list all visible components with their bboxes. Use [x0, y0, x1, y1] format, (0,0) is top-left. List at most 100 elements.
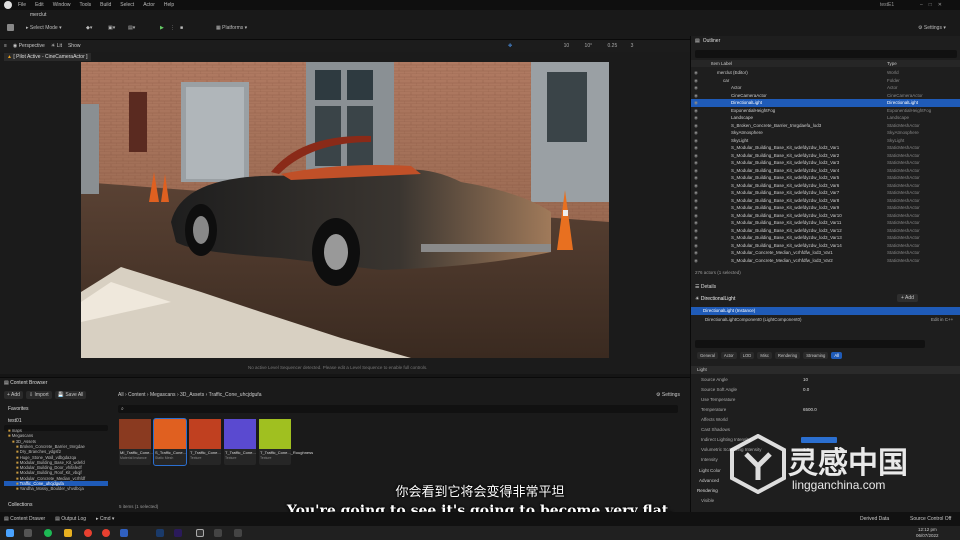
filter-tab[interactable]: Actor [720, 352, 737, 359]
play-options-icon[interactable]: ⋮ [170, 25, 175, 31]
level-viewport[interactable]: ▲ [ Pilot Active - CineCameraActor ] No … [0, 52, 690, 374]
menu-select[interactable]: Select [120, 2, 134, 8]
camera-speed-value[interactable]: 3 [631, 43, 634, 49]
asset-tile[interactable]: MI_Traffic_Cone... Material Instance [119, 419, 153, 465]
chrome-icon[interactable] [102, 529, 110, 537]
visibility-eye-icon[interactable]: ◉ [694, 242, 698, 250]
outliner-row[interactable]: ◉ SkyAtmosphere SkyAtmosphere [691, 129, 960, 137]
filter-tab[interactable]: General [697, 352, 718, 359]
visibility-eye-icon[interactable]: ◉ [694, 107, 698, 115]
outliner-row[interactable]: ◉ S_Modular_Concrete_Median_vcrhfdfw_lod3… [691, 257, 960, 265]
outliner-row[interactable]: ◉ S_Modular_Building_Base_Kit_wdefdyzdw_l… [691, 189, 960, 197]
outliner-row[interactable]: ◉ S_Modular_Building_Base_Kit_wdefdyzdw_l… [691, 197, 960, 205]
platforms-dropdown[interactable]: ▦ Platforms ▾ [216, 25, 247, 31]
taskbar-date[interactable]: 06/07/2022 [916, 533, 939, 538]
outliner-row[interactable]: ◉ DirectionalLight DirectionalLight [691, 99, 960, 107]
outliner-row[interactable]: ◉ S_Modular_Building_Base_Kit_wdefdyzdw_l… [691, 152, 960, 160]
menu-window[interactable]: Window [53, 2, 71, 8]
outliner-row[interactable]: ◉ S_Modular_Concrete_Median_vcrhfdfw_lod3… [691, 249, 960, 257]
edit-in-cpp-link[interactable]: Edit in C++ [931, 317, 953, 322]
spotify-icon[interactable] [44, 529, 52, 537]
visibility-eye-icon[interactable]: ◉ [694, 122, 698, 130]
visibility-eye-icon[interactable]: ◉ [694, 144, 698, 152]
visibility-eye-icon[interactable]: ◉ [694, 249, 698, 257]
asset-tile[interactable]: T_Traffic_Cone... Texture [189, 419, 221, 465]
taskbar-app-icon[interactable] [214, 529, 222, 537]
outliner-row[interactable]: ◉ S_Modular_Building_Base_Kit_wdefdyzdw_l… [691, 227, 960, 235]
play-button[interactable]: ▶ [160, 25, 164, 31]
outliner-row[interactable]: ◉ Landscape Landscape [691, 114, 960, 122]
viewport-stats[interactable]: ✥ 10 10° 0.25 3 [508, 43, 633, 49]
filter-tab[interactable]: All [831, 352, 842, 359]
visibility-eye-icon[interactable]: ◉ [694, 204, 698, 212]
details-tab[interactable]: ☰ Details [695, 284, 716, 290]
explorer-icon[interactable] [64, 529, 72, 537]
visibility-eye-icon[interactable]: ◉ [694, 137, 698, 145]
taskbar-search-icon[interactable] [24, 529, 32, 537]
visibility-eye-icon[interactable]: ◉ [694, 234, 698, 242]
property-value[interactable]: 6500.0 [803, 405, 817, 415]
visibility-eye-icon[interactable]: ◉ [694, 92, 698, 100]
perspective-button[interactable]: ◉ Perspective [13, 43, 45, 49]
source-control-button[interactable]: Source Control Off [910, 516, 951, 522]
select-mode-dropdown[interactable]: ▸ Select Mode ▾ [26, 25, 62, 31]
unreal-logo-icon[interactable] [4, 1, 12, 9]
visibility-eye-icon[interactable]: ◉ [694, 174, 698, 182]
premiere-icon[interactable] [174, 529, 182, 537]
window-controls[interactable]: –□✕ [920, 2, 948, 8]
section-advanced[interactable]: Advanced [699, 478, 719, 483]
chrome-icon[interactable] [84, 529, 92, 537]
outliner-row[interactable]: ◉ S_Modular_Building_Base_Kit_wdefdyzdw_l… [691, 242, 960, 250]
level-tab[interactable]: merclut [30, 12, 46, 18]
filter-tab[interactable]: LOD [739, 352, 755, 359]
visibility-eye-icon[interactable]: ◉ [694, 114, 698, 122]
outliner-row[interactable]: ◉ merclut (Editor) World [691, 69, 960, 77]
blueprint-icon[interactable]: ▣▾ [108, 25, 115, 31]
outliner-row[interactable]: ◉ S_Broken_Concrete_Barrier_tmrgdaefa_lod… [691, 122, 960, 130]
derived-data-button[interactable]: Derived Data [860, 516, 889, 522]
settings-dropdown[interactable]: ⚙ Settings ▾ [918, 25, 946, 31]
outliner-row[interactable]: ◉ S_Modular_Building_Base_Kit_wdefdyzdw_l… [691, 234, 960, 242]
visibility-eye-icon[interactable]: ◉ [694, 159, 698, 167]
visibility-eye-icon[interactable]: ◉ [694, 189, 698, 197]
cinematics-icon[interactable]: ▤▾ [128, 25, 135, 31]
visibility-eye-icon[interactable]: ◉ [694, 77, 698, 85]
filter-tab[interactable]: Streaming [803, 352, 829, 359]
details-root-row[interactable]: DirectionalLight (Instance) [691, 307, 960, 315]
grid-snap-value[interactable]: 10 [564, 43, 570, 49]
lit-button[interactable]: ☀ Lit [51, 43, 62, 49]
menu-edit[interactable]: Edit [35, 2, 44, 8]
outliner-row[interactable]: ◉ S_Modular_Building_Base_Kit_wdefdyzdw_l… [691, 204, 960, 212]
outliner-row[interactable]: ◉ ExponentialHeightFog ExponentialHeightFo… [691, 107, 960, 115]
menu-tools[interactable]: Tools [79, 2, 91, 8]
visibility-eye-icon[interactable]: ◉ [694, 227, 698, 235]
translate-icon[interactable]: ✥ [508, 43, 512, 49]
rotation-snap-value[interactable]: 10° [585, 43, 593, 49]
outliner-row[interactable]: ◉ S_Modular_Building_Base_Kit_wdefdyzdw_l… [691, 219, 960, 227]
outliner-search[interactable] [695, 50, 957, 58]
visibility-eye-icon[interactable]: ◉ [694, 84, 698, 92]
taskbar-time[interactable]: 12:12 pm [918, 527, 937, 532]
camera-render[interactable] [81, 62, 609, 358]
property-value[interactable]: 0.0 [803, 385, 809, 395]
menu-build[interactable]: Build [100, 2, 111, 8]
details-component-row[interactable]: DirectionalLightComponent0 (LightCompone… [705, 317, 802, 322]
output-log-button[interactable]: ▤ Output Log [55, 516, 86, 522]
outliner-row[interactable]: ◉ CineCameraActor CineCameraActor [691, 92, 960, 100]
visibility-eye-icon[interactable]: ◉ [694, 99, 698, 107]
save-icon[interactable] [7, 24, 14, 31]
app-icon[interactable] [120, 529, 128, 537]
visibility-eye-icon[interactable]: ◉ [694, 257, 698, 265]
menu-actor[interactable]: Actor [143, 2, 155, 8]
filter-tab[interactable]: Rendering [774, 352, 801, 359]
menu-file[interactable]: File [18, 2, 26, 8]
pilot-eject-icon[interactable]: ▲ [7, 54, 12, 60]
section-light-header[interactable]: Light [691, 366, 960, 374]
cmd-button[interactable]: ▸ Cmd ▾ [96, 516, 114, 522]
property-value[interactable]: 10 [803, 375, 808, 385]
unreal-taskbar-icon[interactable] [196, 529, 204, 537]
taskbar-app-icon[interactable] [234, 529, 242, 537]
asset-tile[interactable]: S_Traffic_Cone... Static Mesh [153, 418, 187, 466]
outliner-row[interactable]: ◉ S_Modular_Building_Base_Kit_wdefdyzdw_l… [691, 144, 960, 152]
visibility-eye-icon[interactable]: ◉ [694, 182, 698, 190]
